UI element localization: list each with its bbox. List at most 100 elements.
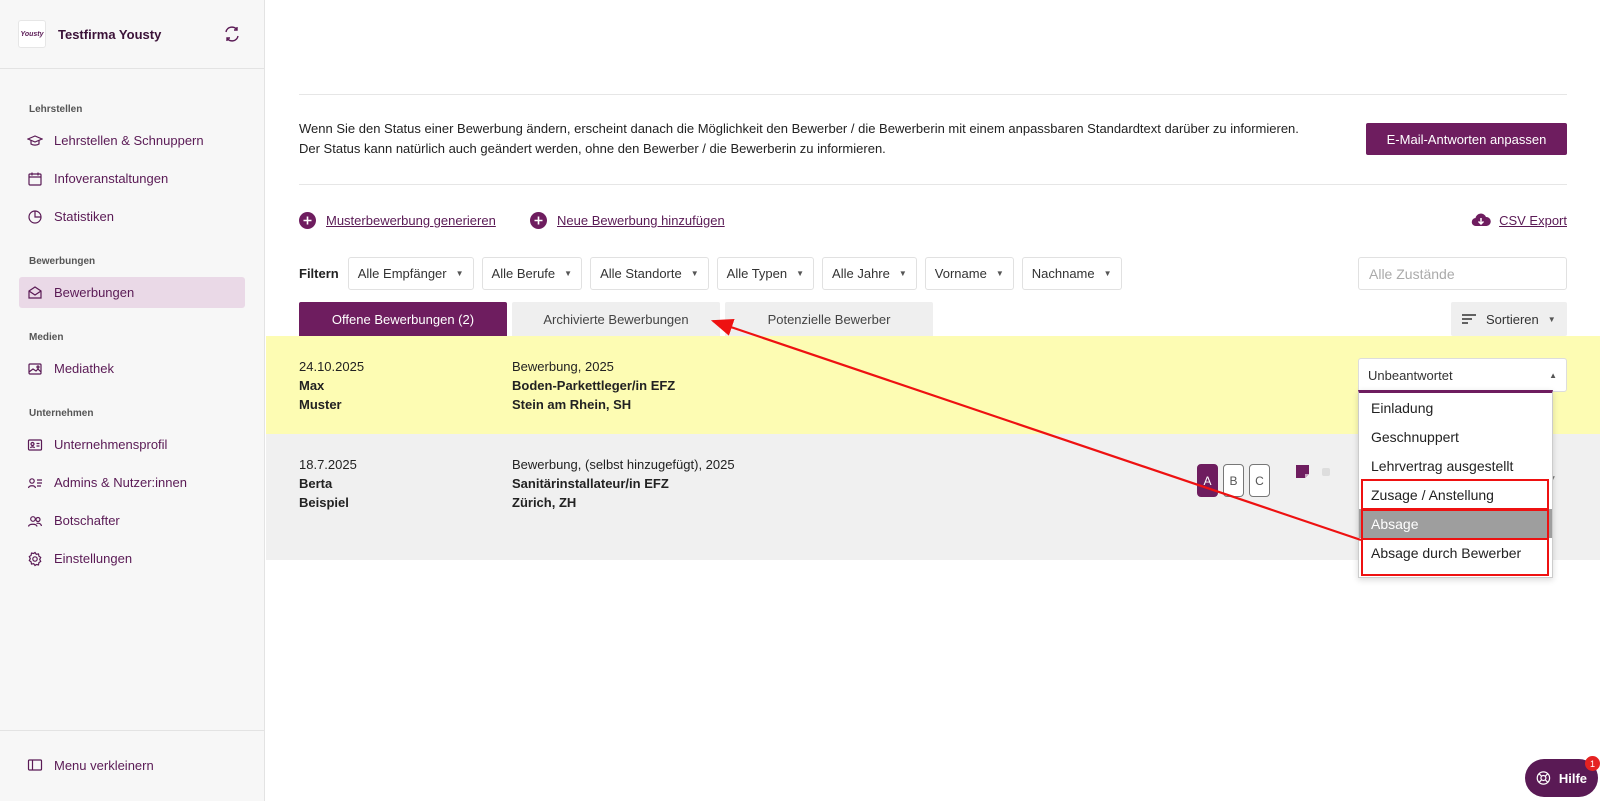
filter-value: Alle Berufe	[491, 266, 556, 281]
sidebar-collapse-icon	[27, 759, 43, 771]
filter-years[interactable]: Alle Jahre ▼	[822, 257, 917, 290]
filter-value: Alle Empfänger	[357, 266, 447, 281]
section-label-bewerbungen: Bewerbungen	[29, 256, 96, 267]
sidebar-footer: Menu verkleinern	[0, 730, 265, 801]
filter-firstname[interactable]: Vorname ▼	[924, 257, 1014, 290]
plus-circle-icon	[530, 212, 547, 229]
filter-value: Vorname	[934, 266, 987, 281]
caret-down-icon: ▼	[1547, 314, 1556, 324]
brand-header: Yousty Testfirma Yousty	[0, 0, 264, 69]
sort-label: Sortieren	[1486, 311, 1539, 327]
pie-chart-icon	[28, 209, 42, 224]
sidebar-item-mediathek[interactable]: Mediathek	[19, 353, 245, 384]
sidebar-item-label: Admins & Nutzer:innen	[54, 475, 187, 490]
filter-value: Alle Standorte	[600, 266, 682, 281]
application-tabs: Offene Bewerbungen (2) Archivierte Bewer…	[299, 302, 938, 336]
filter-label: Filtern	[299, 266, 339, 281]
collapse-menu-label: Menu verkleinern	[54, 757, 154, 773]
attachment-icon[interactable]	[1322, 468, 1330, 476]
filter-professions[interactable]: Alle Berufe ▼	[481, 257, 583, 290]
caret-down-icon: ▼	[898, 269, 907, 278]
status-option[interactable]: Einladung	[1359, 393, 1552, 422]
id-card-icon	[27, 438, 43, 451]
sidebar-item-label: Mediathek	[54, 361, 114, 376]
caret-down-icon: ▼	[690, 269, 699, 278]
rating-c-button[interactable]: C	[1249, 464, 1270, 497]
sidebar-item-einstellungen[interactable]: Einstellungen	[19, 543, 245, 574]
status-value: Unbeantwortet	[1368, 367, 1453, 383]
status-info-text: Wenn Sie den Status einer Bewerbung ände…	[299, 121, 1299, 156]
applicant-last-name: Muster	[299, 397, 342, 412]
status-option[interactable]: Zusage / Anstellung	[1359, 480, 1552, 509]
rating-b-button[interactable]: B	[1223, 464, 1244, 497]
csv-export-link[interactable]: CSV Export	[1471, 212, 1567, 228]
sidebar-item-admins[interactable]: Admins & Nutzer:innen	[19, 467, 245, 498]
image-gallery-icon	[28, 362, 42, 375]
company-name: Testfirma Yousty	[58, 26, 162, 42]
applicant-first-name: Max	[299, 378, 325, 393]
calendar-icon	[28, 172, 42, 186]
sidebar-item-botschafter[interactable]: Botschafter	[19, 505, 245, 536]
job-title: Boden-Parkettleger/in EFZ	[512, 378, 676, 393]
email-responses-button[interactable]: E-Mail-Antworten anpassen	[1366, 123, 1567, 155]
status-option[interactable]: Absage durch Bewerber	[1359, 538, 1552, 567]
job-title: Sanitärinstallateur/in EFZ	[512, 476, 669, 491]
rating-a-button[interactable]: A	[1197, 464, 1218, 497]
note-icon[interactable]	[1295, 464, 1310, 479]
sidebar-item-label: Bewerbungen	[54, 285, 135, 300]
sidebar-item-unternehmensprofil[interactable]: Unternehmensprofil	[19, 429, 245, 460]
filter-value: Nachname	[1031, 266, 1095, 281]
csv-export-label: CSV Export	[1499, 212, 1567, 228]
tab-archived-applications[interactable]: Archivierte Bewerbungen	[512, 302, 720, 336]
caret-down-icon: ▼	[1103, 269, 1112, 278]
sidebar-item-label: Lehrstellen & Schnuppern	[54, 133, 204, 148]
application-type: Bewerbung, 2025	[512, 359, 614, 374]
job-location: Stein am Rhein, SH	[512, 397, 632, 412]
applicant-info: 18.7.2025 Berta Beispiel	[299, 455, 357, 512]
sidebar-item-infoveranstaltungen[interactable]: Infoveranstaltungen	[19, 163, 245, 194]
filter-locations[interactable]: Alle Standorte ▼	[590, 257, 709, 290]
filter-types[interactable]: Alle Typen ▼	[716, 257, 815, 290]
applicant-first-name: Berta	[299, 476, 333, 491]
sort-button[interactable]: Sortieren ▼	[1451, 302, 1567, 336]
plus-circle-icon	[299, 212, 316, 229]
filter-bar: Filtern Alle Empfänger ▼ Alle Berufe ▼ All…	[299, 257, 1130, 290]
sidebar-item-label: Einstellungen	[54, 551, 133, 566]
sidebar-item-label: Infoveranstaltungen	[54, 171, 169, 186]
job-info: Bewerbung, 2025 Boden-Parkettleger/in EF…	[512, 357, 675, 414]
refresh-icon[interactable]	[222, 24, 242, 44]
generate-sample-link[interactable]: Musterbewerbung generieren	[299, 212, 496, 229]
job-info: Bewerbung, (selbst hinzugefügt), 2025 Sa…	[512, 455, 735, 512]
caret-down-icon: ▼	[995, 269, 1004, 278]
status-select[interactable]: Unbeantwortet ▲	[1358, 358, 1567, 392]
sidebar-item-lehrstellen[interactable]: Lehrstellen & Schnuppern	[19, 125, 245, 156]
sidebar-item-label: Botschafter	[54, 513, 120, 528]
status-filter-input[interactable]: Alle Zustände	[1358, 257, 1567, 290]
job-location: Zürich, ZH	[512, 495, 577, 510]
sidebar-item-statistiken[interactable]: Statistiken	[19, 201, 245, 232]
application-date: 24.10.2025	[299, 359, 365, 374]
sidebar-item-label: Statistiken	[54, 209, 114, 224]
filter-lastname[interactable]: Nachname ▼	[1021, 257, 1122, 290]
add-application-link[interactable]: Neue Bewerbung hinzufügen	[530, 212, 725, 229]
filter-value: Alle Typen	[726, 266, 788, 281]
status-option-highlighted[interactable]: Absage	[1359, 509, 1552, 538]
sidebar: Yousty Testfirma Yousty Lehrstellen Lehr…	[0, 0, 265, 801]
status-dropdown-menu: Einladung Geschnuppert Lehrvertrag ausge…	[1358, 390, 1553, 578]
section-label-lehrstellen: Lehrstellen	[29, 104, 83, 115]
sort-lines-icon	[1462, 314, 1476, 324]
status-option[interactable]: Lehrvertrag ausgestellt	[1359, 451, 1552, 480]
section-label-unternehmen: Unternehmen	[29, 408, 94, 419]
status-option[interactable]: Geschnuppert	[1359, 422, 1552, 451]
tab-open-applications[interactable]: Offene Bewerbungen (2)	[299, 302, 507, 336]
rating-buttons: A B C	[1197, 464, 1275, 497]
notification-badge: 1	[1585, 756, 1600, 771]
status-filter-placeholder: Alle Zustände	[1369, 265, 1455, 282]
user-list-icon	[27, 477, 42, 488]
gear-icon	[28, 551, 42, 566]
tab-potential-applicants[interactable]: Potenzielle Bewerber	[725, 302, 933, 336]
collapse-menu-button[interactable]: Menu verkleinern	[27, 757, 154, 773]
graduation-cap-icon	[27, 134, 43, 146]
sidebar-item-bewerbungen[interactable]: Bewerbungen	[19, 277, 245, 308]
filter-recipients[interactable]: Alle Empfänger ▼	[347, 257, 474, 290]
